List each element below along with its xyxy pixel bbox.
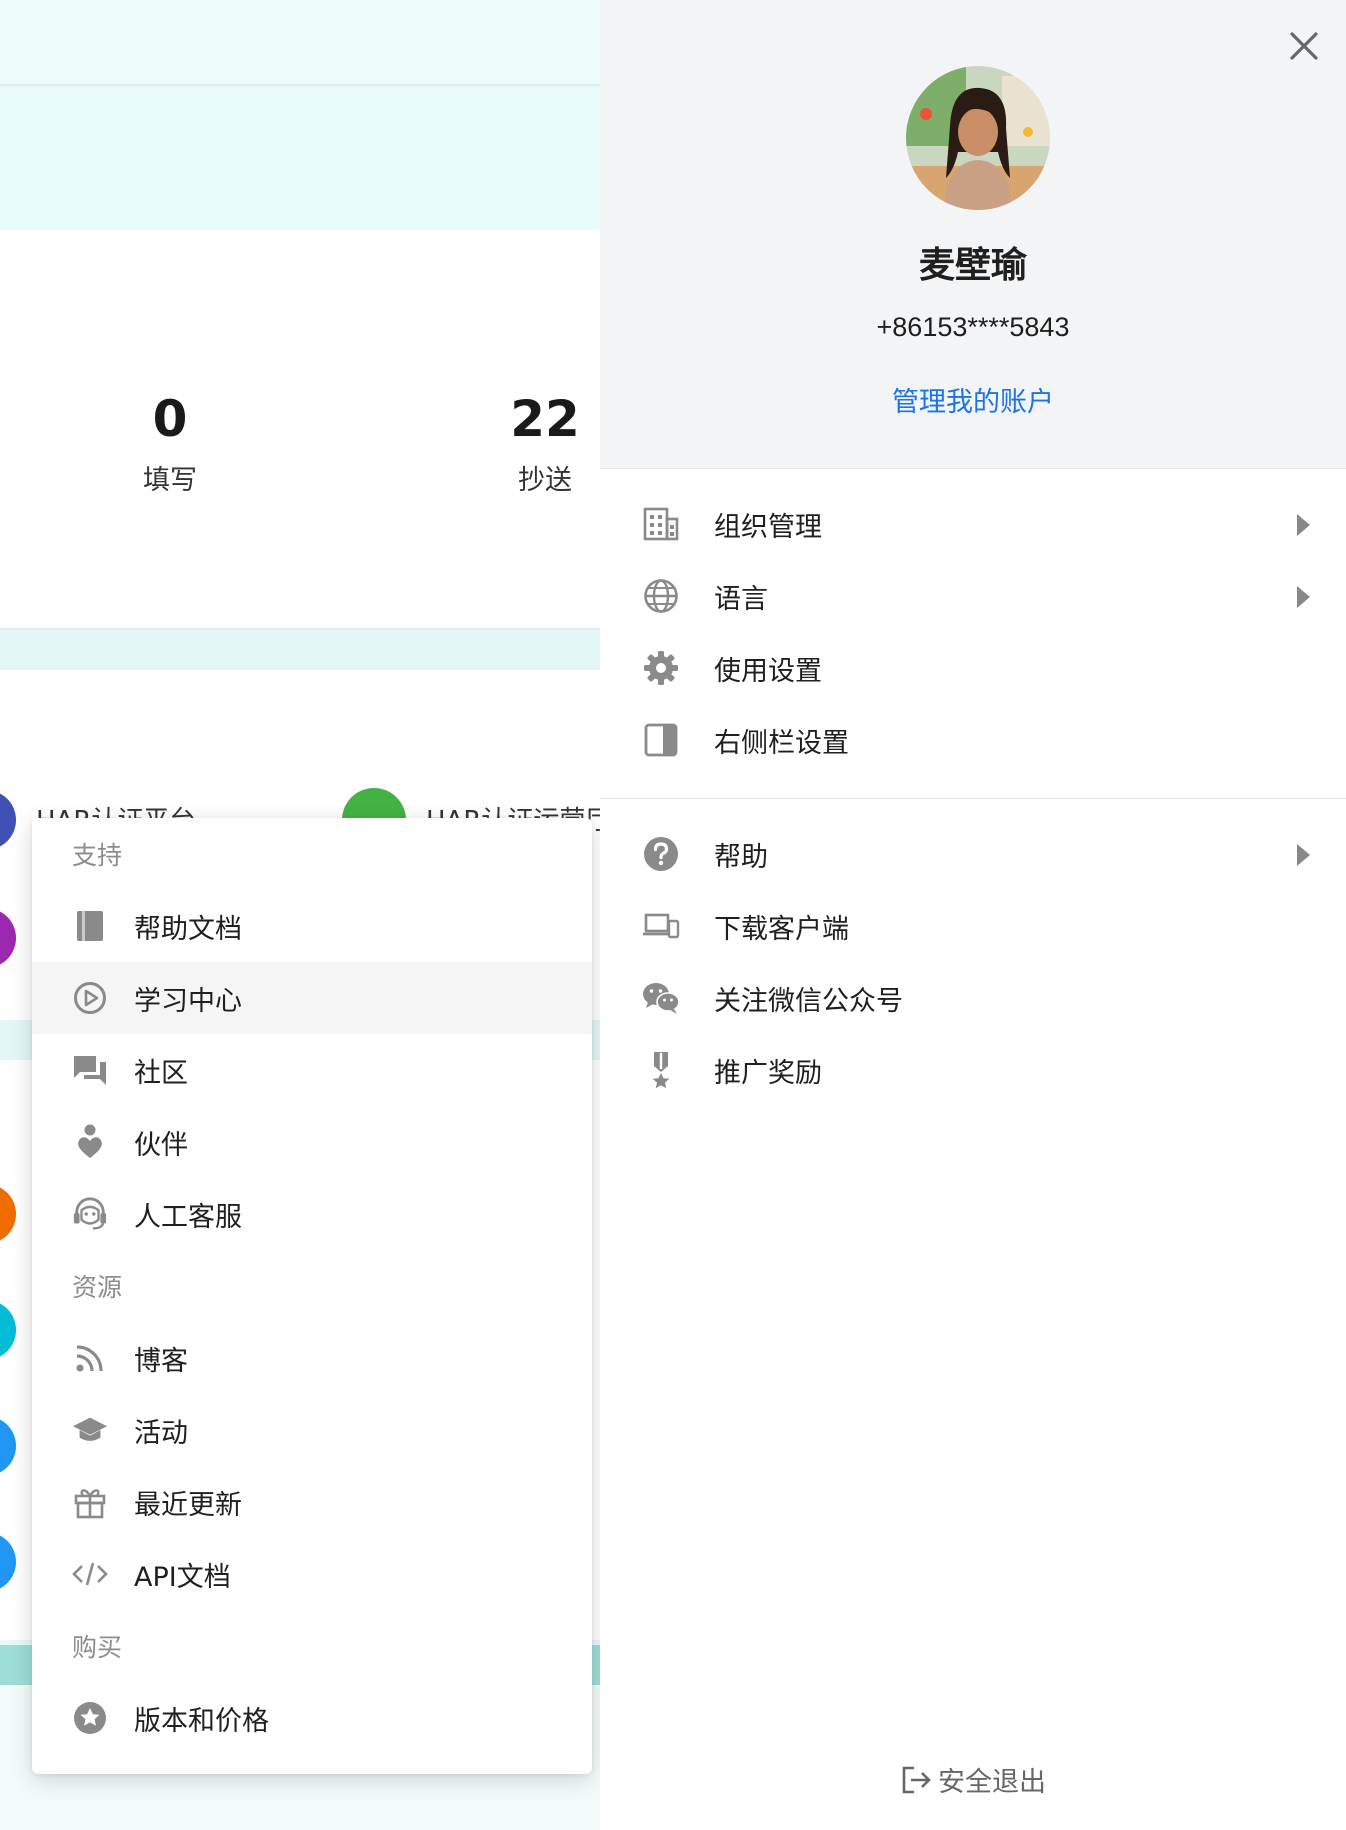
stat-fill[interactable]: 0 填写: [110, 390, 230, 497]
graduation-cap-icon: [72, 1412, 108, 1448]
menu-item-organization[interactable]: 组织管理: [600, 488, 1346, 560]
menu-item-language[interactable]: 语言: [600, 560, 1346, 632]
close-icon[interactable]: [1286, 28, 1322, 64]
rss-icon: [72, 1340, 108, 1376]
dropdown-item-label: 伙伴: [134, 1129, 188, 1161]
dropdown-section-resources: 资源: [72, 1273, 123, 1302]
chevron-right-icon: [1297, 514, 1310, 536]
stat-cc-label: 抄送: [518, 465, 572, 496]
help-dropdown-menu: 支持 帮助文档 学习中心 社区 伙伴 人工客服 资源 博客 活动 最近更新 AP…: [32, 818, 592, 1774]
dropdown-item-label: 博客: [134, 1345, 188, 1377]
stats-card: 0 填写 22 抄送: [0, 230, 600, 630]
stat-fill-label: 填写: [143, 465, 197, 496]
logout-icon: [900, 1764, 932, 1796]
avatar[interactable]: [906, 66, 1050, 210]
stat-cc[interactable]: 22 抄送: [490, 390, 600, 497]
stat-fill-value: 0: [152, 390, 188, 448]
stat-cc-value: 22: [510, 390, 580, 448]
dropdown-item-api-docs[interactable]: API文档: [32, 1538, 592, 1610]
dropdown-item-label: 最近更新: [134, 1489, 242, 1521]
menu-item-wechat[interactable]: 关注微信公众号: [600, 962, 1346, 1034]
user-phone: +86153****5843: [876, 312, 1070, 342]
dropdown-item-recent-updates[interactable]: 最近更新: [32, 1466, 592, 1538]
code-icon: [72, 1556, 108, 1592]
dropdown-item-community[interactable]: 社区: [32, 1034, 592, 1106]
separator-band: [0, 630, 600, 670]
menu-item-label: 帮助: [714, 841, 768, 873]
menu-item-download-client[interactable]: 下载客户端: [600, 890, 1346, 962]
dropdown-item-label: 活动: [134, 1417, 188, 1449]
menu-item-label: 推广奖励: [714, 1057, 822, 1089]
dropdown-item-label: 社区: [134, 1057, 188, 1089]
building-icon: [642, 505, 680, 543]
dropdown-item-partners[interactable]: 伙伴: [32, 1106, 592, 1178]
dropdown-section-purchase: 购买: [72, 1633, 123, 1662]
dropdown-section-support: 支持: [72, 841, 123, 870]
menu-item-label: 使用设置: [714, 655, 822, 687]
globe-icon: [642, 577, 680, 615]
dropdown-item-pricing[interactable]: 版本和价格: [32, 1682, 592, 1754]
chevron-right-icon: [1297, 586, 1310, 608]
headset-agent-icon: [72, 1196, 108, 1232]
chat-bubbles-icon: [72, 1052, 108, 1088]
menu-item-label: 组织管理: [714, 511, 822, 543]
logout-button[interactable]: 安全退出: [600, 1760, 1346, 1799]
medal-icon: [642, 1051, 680, 1089]
header-band: [0, 86, 600, 230]
gift-icon: [72, 1484, 108, 1520]
profile-header: 麦壁瑜 +86153****5843 管理我的账户: [600, 0, 1346, 469]
menu-item-label: 关注微信公众号: [714, 985, 903, 1017]
logout-label: 安全退出: [938, 1767, 1046, 1798]
question-icon: [642, 835, 680, 873]
menu-item-label: 右侧栏设置: [714, 727, 849, 759]
menu-item-referral-rewards[interactable]: 推广奖励: [600, 1034, 1346, 1106]
dropdown-item-blog[interactable]: 博客: [32, 1322, 592, 1394]
dropdown-item-label: 帮助文档: [134, 913, 242, 945]
sidebar-icon: [642, 721, 680, 759]
dropdown-item-help-docs[interactable]: 帮助文档: [32, 890, 592, 962]
devices-icon: [642, 907, 680, 945]
menu-item-help[interactable]: 帮助: [600, 818, 1346, 890]
wechat-icon: [642, 979, 680, 1017]
top-bar: [0, 0, 600, 86]
play-circle-icon: [72, 980, 108, 1016]
manage-account-link[interactable]: 管理我的账户: [600, 380, 1346, 419]
help-menu: 帮助 下载客户端 关注微信公众号 推广奖励: [600, 818, 1346, 1106]
dropdown-item-customer-service[interactable]: 人工客服: [32, 1178, 592, 1250]
gear-icon: [642, 649, 680, 687]
star-badge-icon: [72, 1700, 108, 1736]
menu-divider: [600, 798, 1346, 799]
profile-panel: 麦壁瑜 +86153****5843 管理我的账户 组织管理 语言 使用设置 右…: [600, 0, 1346, 1830]
dropdown-item-label: 版本和价格: [134, 1705, 269, 1737]
user-name: 麦壁瑜: [918, 245, 1027, 286]
menu-item-usage-settings[interactable]: 使用设置: [600, 632, 1346, 704]
menu-item-label: 下载客户端: [714, 913, 849, 945]
dropdown-item-label: 人工客服: [134, 1201, 242, 1233]
dropdown-item-learning-center[interactable]: 学习中心: [32, 962, 592, 1034]
person-heart-icon: [72, 1124, 108, 1160]
chevron-right-icon: [1297, 844, 1310, 866]
dropdown-item-label: 学习中心: [134, 985, 242, 1017]
dropdown-item-label: API文档: [134, 1561, 231, 1593]
menu-item-label: 语言: [714, 583, 768, 615]
settings-menu: 组织管理 语言 使用设置 右侧栏设置: [600, 488, 1346, 776]
book-icon: [72, 908, 108, 944]
menu-item-sidebar-settings[interactable]: 右侧栏设置: [600, 704, 1346, 776]
dropdown-item-events[interactable]: 活动: [32, 1394, 592, 1466]
